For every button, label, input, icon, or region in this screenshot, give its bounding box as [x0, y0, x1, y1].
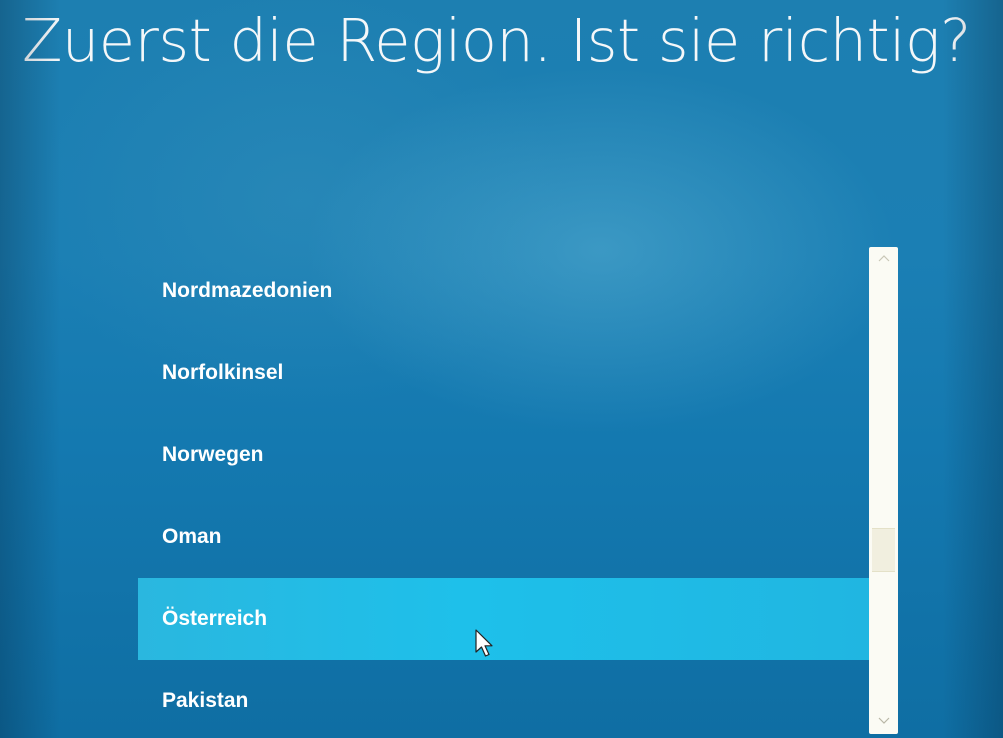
region-item-label: Norwegen [162, 443, 264, 466]
scroll-thumb[interactable] [872, 528, 895, 573]
region-list-item[interactable]: Norwegen [138, 414, 870, 496]
region-item-label: Oman [162, 525, 222, 548]
scroll-up-button[interactable] [869, 249, 898, 267]
region-list-item[interactable]: Pakistan [138, 660, 870, 718]
region-list-item[interactable]: Nordmazedonien [138, 250, 870, 332]
mouse-pointer-icon [475, 629, 493, 657]
oobe-region-screen: Zuerst die Region. Ist sie richtig? Nord… [0, 0, 1003, 738]
region-list[interactable]: Nordmazedonien Norfolkinsel Norwegen Oman Ös… [138, 248, 870, 718]
region-item-label: Österreich [162, 607, 268, 630]
region-item-label: Nordmazedonien [162, 279, 333, 302]
chevron-up-icon [878, 255, 889, 262]
page-title: Zuerst die Region. Ist sie richtig? [22, 6, 971, 75]
region-list-item[interactable]: Österreich [138, 578, 870, 660]
region-list-item[interactable]: Oman [138, 496, 870, 578]
chevron-down-icon [878, 717, 889, 724]
region-list-item[interactable]: Norfolkinsel [138, 332, 870, 414]
scroll-down-button[interactable] [869, 712, 898, 730]
region-item-label: Pakistan [162, 689, 249, 712]
region-item-label: Norfolkinsel [162, 361, 284, 384]
region-list-scrollbar[interactable] [869, 247, 898, 734]
